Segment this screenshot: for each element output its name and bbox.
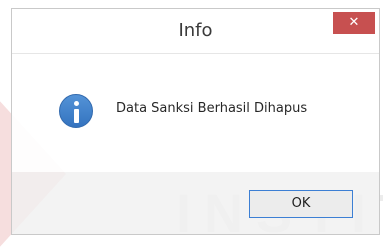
dialog-button-panel: OK [12,172,379,234]
info-dialog: Info ✕ Data Sanksi Berhasil Dihapus OK [11,8,380,235]
dialog-content: Data Sanksi Berhasil Dihapus [12,54,379,172]
info-icon-dot [74,101,79,106]
dialog-message: Data Sanksi Berhasil Dihapus [116,101,308,116]
info-icon [59,94,93,128]
info-icon-bar [74,109,79,123]
ok-button[interactable]: OK [249,190,353,218]
dialog-titlebar: Info ✕ [12,9,379,54]
close-button[interactable]: ✕ [333,12,375,34]
dialog-title: Info [178,20,213,41]
